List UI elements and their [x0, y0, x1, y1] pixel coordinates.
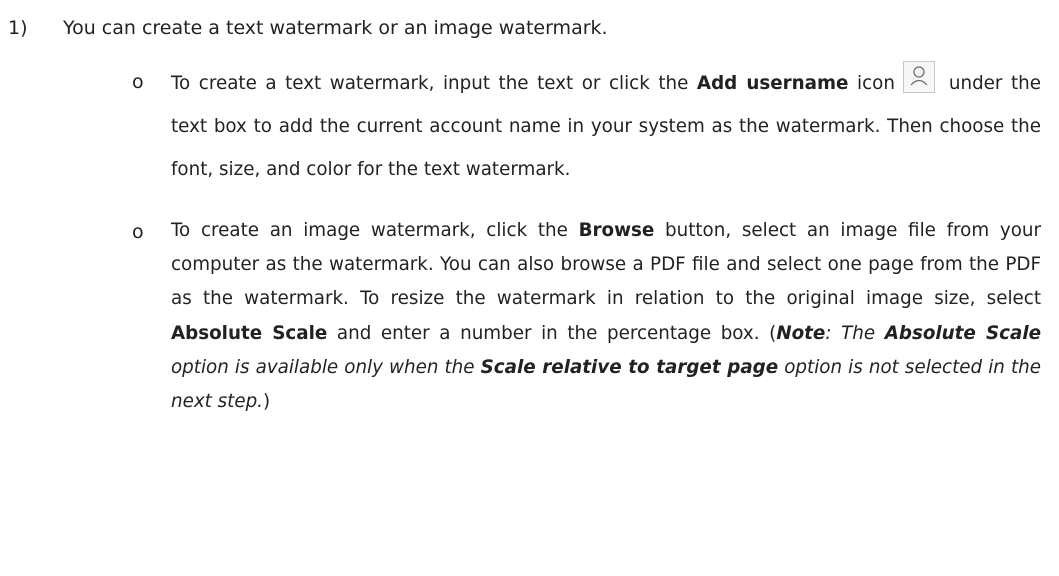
text-run: icon [857, 73, 895, 94]
text-run: ) [263, 391, 271, 413]
document-page: 1) You can create a text watermark or an… [0, 0, 1059, 576]
text-run: To create a text watermark, input the te… [171, 73, 697, 94]
bold-term-scale-relative: Scale relative to target page [480, 356, 779, 378]
bold-term-absolute-scale: Absolute Scale [884, 322, 1041, 344]
bullet-marker: o [132, 71, 144, 93]
user-icon [902, 61, 935, 93]
list-item-text: You can create a text watermark or an im… [63, 17, 608, 39]
bullet-marker: o [132, 221, 144, 243]
note-label: Note [776, 322, 826, 344]
bold-term-browse: Browse [578, 220, 655, 241]
bold-term-add-username: Add username [696, 73, 849, 94]
text-run: : The [825, 322, 885, 344]
bullet-paragraph-image-watermark: To create an image watermark, click the … [171, 214, 1041, 419]
bold-term-absolute-scale: Absolute Scale [171, 322, 328, 344]
text-run: option is available only when the [171, 356, 481, 378]
bullet-paragraph-text-watermark: To create a text watermark, input the te… [171, 61, 1041, 191]
list-number: 1) [8, 17, 28, 39]
text-run: To create an image watermark, click the [171, 220, 579, 241]
text-run: and enter a number in the percentage box… [327, 322, 777, 344]
